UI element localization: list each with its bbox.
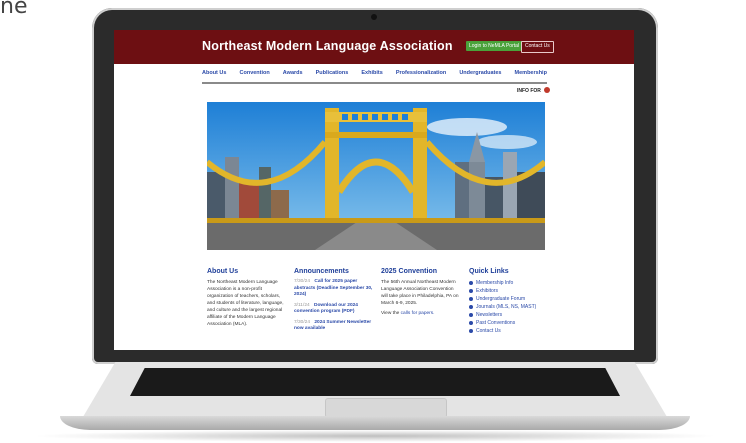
convention-column: 2025 Convention The 56th Annual Northeas… <box>381 268 461 320</box>
quicklink-item[interactable]: Membership Info <box>469 279 549 287</box>
info-for-icon[interactable] <box>544 87 550 93</box>
quicklinks-heading[interactable]: Quick Links <box>469 268 549 275</box>
laptop-base <box>60 352 690 432</box>
nav-about[interactable]: About Us <box>202 70 226 82</box>
calls-for-papers-link[interactable]: calls for papers. <box>401 311 435 316</box>
announcements-heading[interactable]: Announcements <box>294 268 374 275</box>
announcement-item: 7/30/24 2024 Summer Newsletter now avail… <box>294 320 374 333</box>
quicklink-item[interactable]: Exhibitors <box>469 287 549 295</box>
announcements-column: Announcements 7/30/24 Call for 2025 pape… <box>294 268 374 337</box>
corner-text: ne <box>0 0 28 19</box>
announcement-item: 7/30/24 Call for 2025 paper abstracts (D… <box>294 279 374 299</box>
announcement-date: 7/30/24 <box>294 279 311 284</box>
nav-convention[interactable]: Convention <box>240 70 270 82</box>
laptop-lid: Northeast Modern Language Association Lo… <box>92 8 658 364</box>
announcement-date: 7/30/24 <box>294 319 311 325</box>
convention-heading[interactable]: 2025 Convention <box>381 268 461 275</box>
nav-publications[interactable]: Publications <box>316 70 349 82</box>
announcement-item: 3/11/24 Download our 2024 convention pro… <box>294 303 374 316</box>
info-for-label[interactable]: INFO FOR <box>517 88 541 94</box>
about-text: The Northeast Modern Language Associatio… <box>207 280 284 327</box>
nav-exhibits[interactable]: Exhibits <box>361 70 382 82</box>
convention-view-prefix: View the <box>381 311 400 316</box>
bridge-skyline-image <box>207 102 545 250</box>
hero-image <box>207 102 545 250</box>
login-button[interactable]: Login to NeMLA Portal <box>466 41 523 51</box>
quicklink-item[interactable]: Undergraduate Forum <box>469 295 549 303</box>
quicklink-item[interactable]: Past Conventions <box>469 319 549 327</box>
quicklink-item[interactable]: Journals (MLS, NS, MAST) <box>469 303 549 311</box>
nav-undergraduates[interactable]: Undergraduates <box>459 70 501 82</box>
about-heading[interactable]: About Us <box>207 268 287 275</box>
quicklink-item[interactable]: Newsletters <box>469 311 549 319</box>
site-header: Northeast Modern Language Association Lo… <box>114 30 634 64</box>
contact-button[interactable]: Contact Us <box>521 41 554 53</box>
nav-professionalization[interactable]: Professionalization <box>396 70 446 82</box>
laptop-screen: Northeast Modern Language Association Lo… <box>114 30 634 350</box>
quicklinks-column: Quick Links Membership Info Exhibitors U… <box>469 268 549 335</box>
convention-text: The 56th Annual Northeast Modern Languag… <box>381 280 459 306</box>
site-title[interactable]: Northeast Modern Language Association <box>202 39 453 53</box>
nav-membership[interactable]: Membership <box>515 70 547 82</box>
convention-view: View the calls for papers. <box>381 310 461 317</box>
laptop-lip <box>60 416 690 430</box>
laptop-shadow <box>30 430 720 442</box>
nav-awards[interactable]: Awards <box>283 70 303 82</box>
announcement-date: 3/11/24 <box>294 302 310 308</box>
keyboard <box>130 368 620 396</box>
main-nav: About Us Convention Awards Publications … <box>202 70 547 84</box>
webcam <box>371 14 377 20</box>
trackpad <box>325 398 447 418</box>
about-column: About Us The Northeast Modern Language A… <box>207 268 287 331</box>
quicklink-item[interactable]: Contact Us <box>469 327 549 335</box>
